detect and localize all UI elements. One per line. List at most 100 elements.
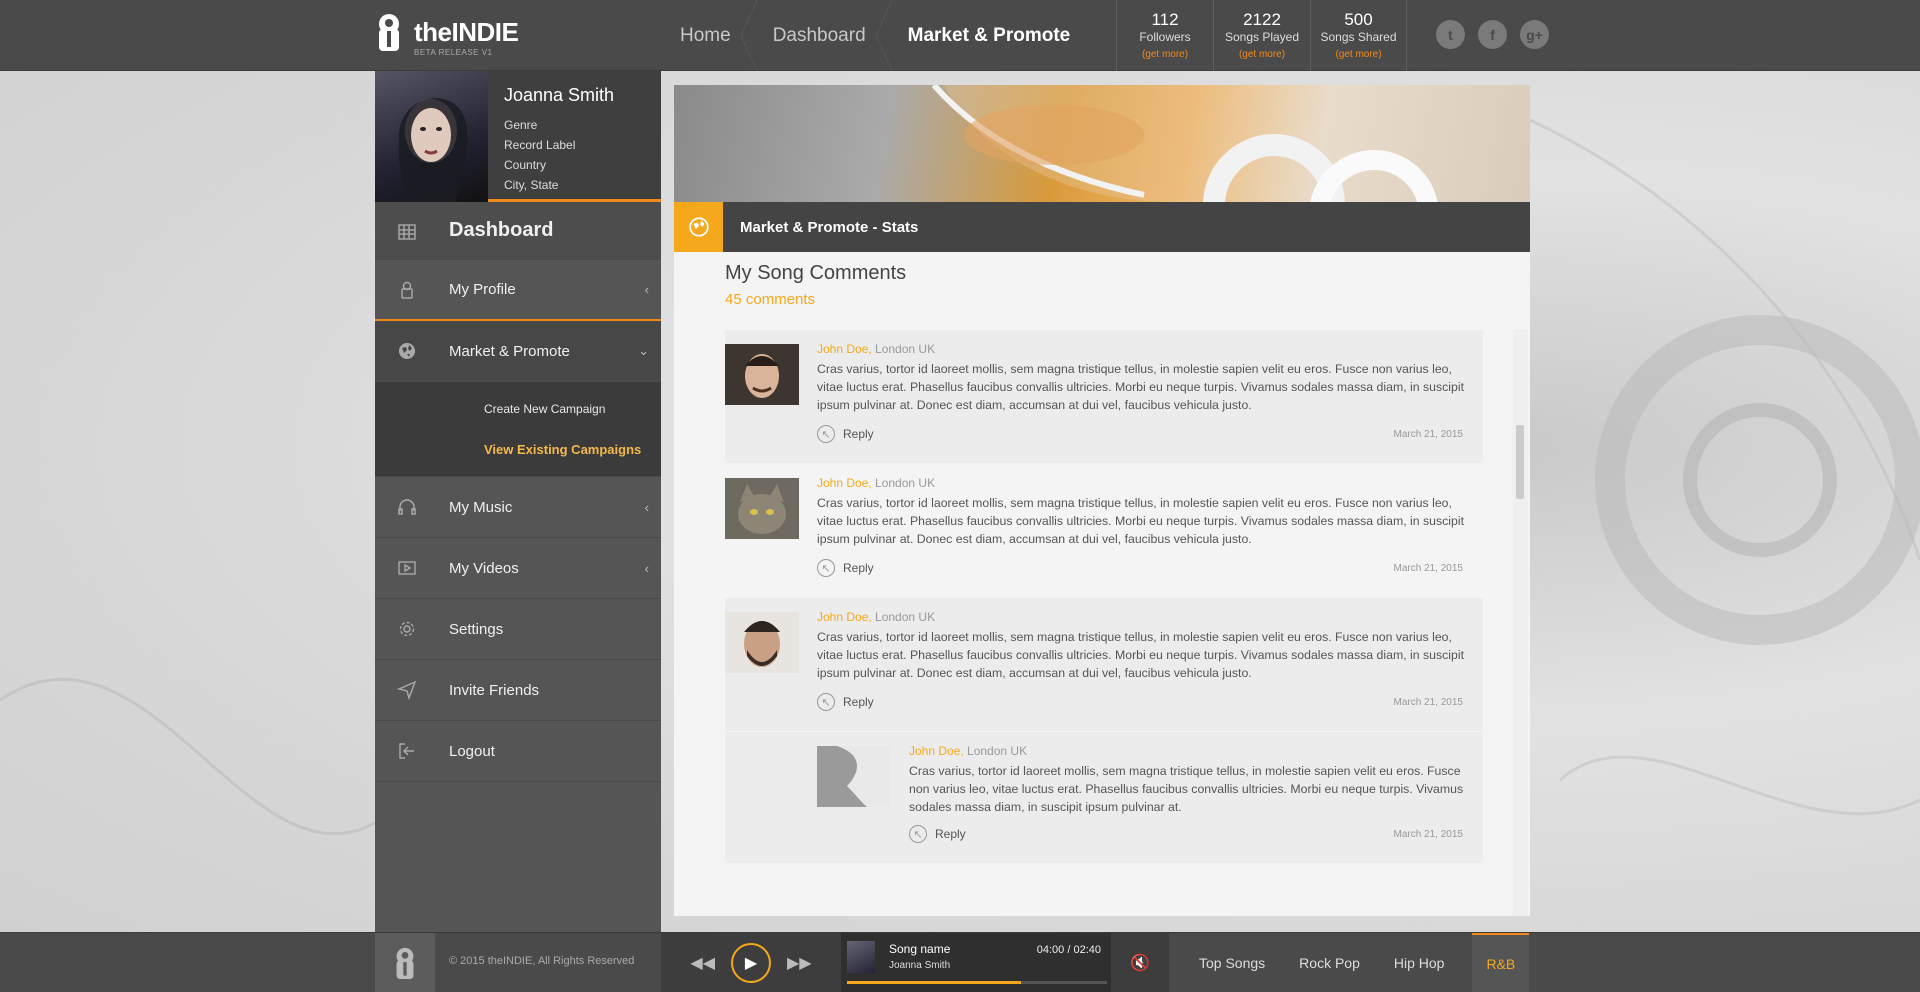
sidebar-item-dashboard[interactable]: Dashboard [375, 202, 661, 260]
sidebar-item-label: Market & Promote [449, 342, 570, 360]
logo[interactable]: theINDIE BETA RELEASE V1 [376, 13, 519, 57]
comment-location: London UK [871, 342, 936, 356]
comment-author[interactable]: John Doe, [817, 476, 872, 490]
reply-icon[interactable]: ↖ [817, 693, 835, 711]
avatar[interactable] [725, 478, 799, 539]
comment-item: John Doe, London UK Cras varius, tortor … [725, 464, 1483, 597]
album-art [847, 941, 875, 973]
stat-value: 112 [1151, 10, 1179, 29]
avatar[interactable] [375, 71, 488, 202]
comment-author[interactable]: John Doe, [817, 610, 872, 624]
reply-button[interactable]: Reply [843, 561, 874, 575]
reply-button[interactable]: Reply [935, 827, 966, 841]
get-more-link[interactable]: (get more) [1142, 49, 1188, 60]
tab-hip-hop[interactable]: Hip Hop [1380, 933, 1459, 992]
rewind-icon[interactable]: ◀◀ [690, 953, 715, 973]
comment-body: John Doe, London UK Cras varius, tortor … [817, 610, 1473, 682]
now-playing: Song name Joanna Smith 04:00 / 02:40 [841, 933, 1111, 992]
sidebar-item-settings[interactable]: Settings [375, 599, 661, 660]
sidebar-item-label: Settings [449, 620, 504, 638]
reply-button[interactable]: Reply [843, 427, 874, 441]
sidebar-item-invite-friends[interactable]: Invite Friends [375, 660, 661, 721]
comment-location: London UK [963, 744, 1028, 758]
comment-text: Cras varius, tortor id laoreet mollis, s… [909, 764, 1464, 814]
comment-header: John Doe, London UK [817, 610, 1473, 624]
comment-text: Cras varius, tortor id laoreet mollis, s… [817, 630, 1465, 680]
reply-button[interactable]: Reply [843, 695, 874, 709]
comment-location: London UK [871, 476, 936, 490]
comment-text: Cras varius, tortor id laoreet mollis, s… [817, 496, 1465, 546]
sidebar-item-my-music[interactable]: My Music ‹ [375, 477, 661, 538]
avatar[interactable] [725, 612, 799, 673]
stat-label: Followers [1139, 29, 1191, 44]
scrollbar[interactable] [1513, 329, 1528, 916]
breadcrumb-dashboard[interactable]: Dashboard [753, 0, 892, 71]
submenu-view-campaigns[interactable]: View Existing Campaigns [375, 429, 661, 470]
comment-item: John Doe, London UK Cras varius, tortor … [725, 598, 1483, 731]
profile-name: Joanna Smith [504, 85, 615, 105]
section-title: Market & Promote - Stats [740, 218, 919, 236]
stat-label: Songs Shared [1320, 29, 1397, 44]
submenu-create-campaign[interactable]: Create New Campaign [375, 388, 661, 429]
comment-date: March 21, 2015 [1393, 562, 1464, 574]
video-icon [398, 561, 416, 575]
section-header: Market & Promote - Stats [674, 202, 1530, 252]
comment-date: March 21, 2015 [1393, 696, 1464, 708]
comment-body: John Doe, London UK Cras varius, tortor … [817, 476, 1473, 548]
comments-header: My Song Comments 45 comments [674, 252, 1530, 308]
headphones-icon [398, 499, 416, 515]
comment-footer: ↖ Reply March 21, 2015 [817, 559, 1463, 577]
fast-forward-icon[interactable]: ▶▶ [787, 953, 812, 973]
footer-logo[interactable] [375, 933, 435, 992]
sidebar-item-my-videos[interactable]: My Videos ‹ [375, 538, 661, 599]
logo-name: theINDIE [414, 17, 519, 47]
sidebar-item-market-promote[interactable]: Market & Promote ⌄ [375, 321, 661, 382]
comment-author[interactable]: John Doe, [909, 744, 964, 758]
reply-icon[interactable]: ↖ [817, 559, 835, 577]
top-bar: theINDIE BETA RELEASE V1 Home Dashboard … [0, 0, 1920, 71]
comment-author[interactable]: John Doe, [817, 342, 872, 356]
stat-songs-played: 2122 Songs Played (get more) [1213, 0, 1310, 71]
comment-text: Cras varius, tortor id laoreet mollis, s… [817, 362, 1465, 412]
avatar[interactable] [817, 746, 891, 807]
facebook-icon[interactable]: f [1478, 20, 1507, 49]
tab-rock-pop[interactable]: Rock Pop [1285, 933, 1374, 992]
stat-value: 2122 [1243, 10, 1281, 29]
sidebar-item-label: Invite Friends [449, 681, 540, 699]
sidebar-item-label: My Videos [449, 559, 519, 577]
tab-top-songs[interactable]: Top Songs [1185, 933, 1279, 992]
sidebar-item-my-profile[interactable]: My Profile ‹ [375, 260, 661, 321]
footer-player: © 2015 theINDIE, All Rights Reserved ◀◀ … [0, 932, 1920, 992]
stat-followers: 112 Followers (get more) [1116, 0, 1213, 71]
comment-footer: ↖ Reply March 21, 2015 [817, 693, 1463, 711]
mute-icon[interactable]: 🔇 [1111, 933, 1169, 992]
comment-reply-item: John Doe, London UK Cras varius, tortor … [725, 732, 1483, 863]
breadcrumb: Home Dashboard Market & Promote [660, 0, 1092, 71]
copyright: © 2015 theINDIE, All Rights Reserved [449, 955, 635, 967]
gear-icon [399, 621, 415, 637]
google-plus-icon[interactable]: g+ [1520, 20, 1549, 49]
social-links: t f g+ [1436, 20, 1549, 49]
chevron-left-icon: ‹ [644, 282, 649, 297]
get-more-link[interactable]: (get more) [1335, 49, 1381, 60]
genre-tabs: Top Songs Rock Pop Hip Hop R&B [1185, 933, 1535, 992]
progress-bar[interactable] [847, 981, 1107, 984]
sidebar: Joanna Smith Genre Record Label Country … [375, 71, 661, 932]
get-more-link[interactable]: (get more) [1239, 49, 1285, 60]
sidebar-item-logout[interactable]: Logout [375, 721, 661, 782]
tab-rnb[interactable]: R&B [1472, 933, 1530, 992]
profile-record-label: Record Label [504, 138, 576, 152]
logo-icon [379, 14, 399, 51]
play-button[interactable]: ▶ [731, 943, 771, 983]
comments-list: John Doe, London UK Cras varius, tortor … [725, 330, 1483, 864]
breadcrumb-home[interactable]: Home [660, 0, 757, 71]
stat-label: Songs Played [1224, 29, 1300, 44]
reply-icon[interactable]: ↖ [817, 425, 835, 443]
comments-count: 45 comments [725, 291, 816, 308]
comment-header: John Doe, London UK [909, 744, 1473, 758]
sidebar-item-label: My Profile [449, 281, 516, 298]
reply-icon[interactable]: ↖ [909, 825, 927, 843]
scrollbar-thumb[interactable] [1516, 425, 1524, 499]
avatar[interactable] [725, 344, 799, 405]
twitter-icon[interactable]: t [1436, 20, 1465, 49]
